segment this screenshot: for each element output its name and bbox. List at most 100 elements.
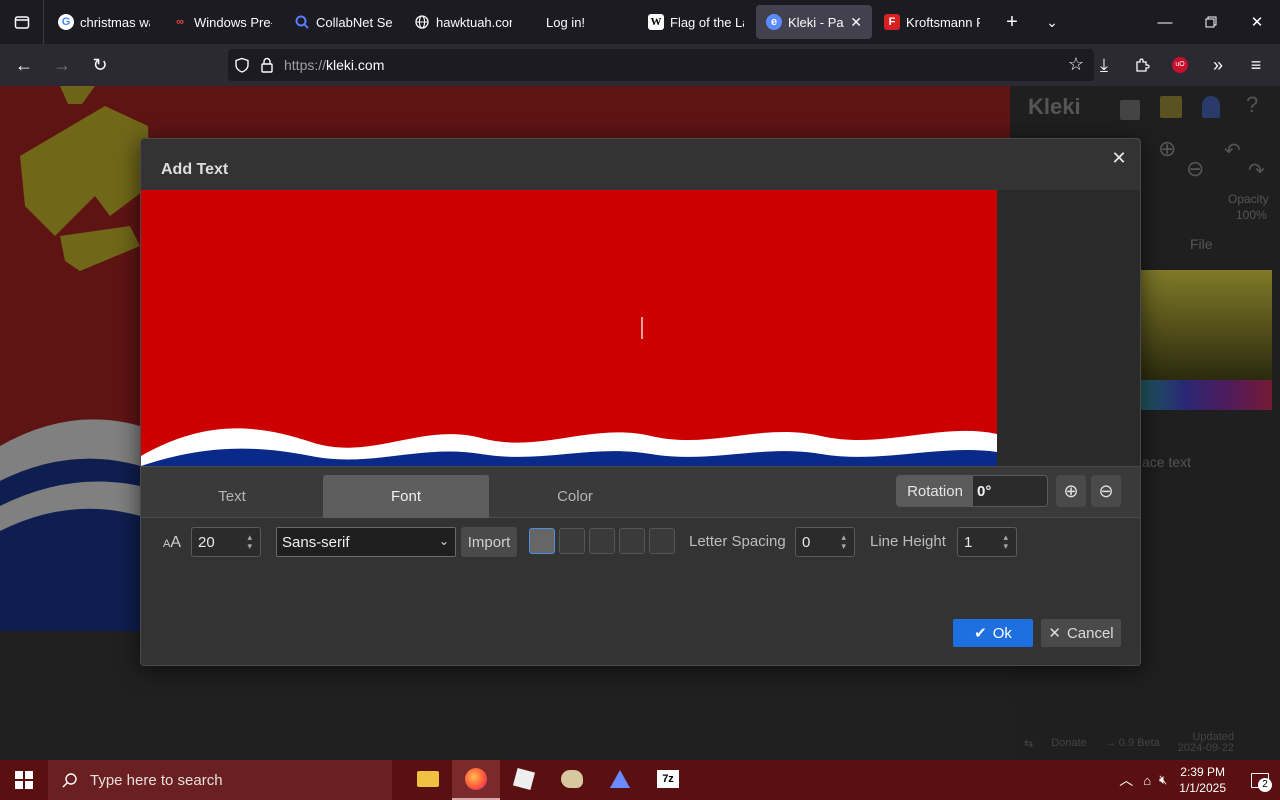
zoom-in-icon[interactable]: ⊕ (1158, 136, 1176, 162)
flag-preview (141, 190, 997, 466)
style-bold-button[interactable] (559, 528, 585, 554)
bookmark-star-icon[interactable]: ☆ (1068, 54, 1084, 75)
folder-icon[interactable] (1160, 96, 1182, 118)
tab-text[interactable]: Text (141, 475, 323, 518)
import-font-button[interactable]: Import (461, 527, 517, 557)
dialog-close-button[interactable]: ✕ (1108, 147, 1130, 169)
stepper-icon[interactable]: ▴ ▾ (247, 533, 252, 551)
hue-slider[interactable] (1140, 380, 1272, 410)
tab-login[interactable]: Log in! (524, 5, 636, 39)
search-placeholder: Type here to search (90, 771, 223, 789)
url-protocol: https:// (284, 57, 327, 73)
redo-icon[interactable]: ↷ (1248, 158, 1265, 183)
taskbar-search[interactable]: Type here to search (48, 760, 392, 800)
taskbar-roblox[interactable] (500, 760, 548, 800)
tab-kleki[interactable]: e Kleki - Paint ✕ (756, 5, 872, 39)
tab-windows[interactable]: ∞ Windows Pre- (162, 5, 282, 39)
taskbar-7zip[interactable]: 7z (644, 760, 692, 800)
chevron-down-icon: ⌄ (438, 534, 449, 548)
tab-label: hawktuah.com (436, 14, 512, 30)
ublock-button[interactable]: uO (1162, 47, 1198, 83)
windows-taskbar: Type here to search 7z ︿ ⌂ 🔇︎ 2:39 PM 1/… (0, 760, 1280, 800)
tab-label: Kroftsmann Fo (906, 14, 980, 30)
new-tab-button[interactable]: + (992, 0, 1032, 44)
paint-palette-icon (561, 770, 583, 788)
chevron-up-icon[interactable]: ︿ (1119, 770, 1133, 790)
restore-button[interactable] (1188, 0, 1234, 44)
font-size-value: 20 (198, 533, 215, 551)
cancel-button[interactable]: ✕ Cancel (1041, 619, 1121, 647)
place-text-hint: ace text (1142, 454, 1192, 470)
undo-icon[interactable]: ↶ (1224, 138, 1241, 163)
ok-button[interactable]: ✔ Ok (953, 619, 1033, 647)
forward-button[interactable]: → (44, 47, 80, 83)
style-strike-button[interactable] (649, 528, 675, 554)
speaker-muted-icon[interactable]: 🔇︎ (1159, 772, 1167, 788)
tab-font[interactable]: Font (323, 475, 489, 518)
rotation-control[interactable]: Rotation 0° (896, 475, 1048, 507)
network-icon[interactable]: ⌂ (1143, 773, 1151, 788)
extensions-button[interactable] (1124, 47, 1160, 83)
back-button[interactable]: ← (6, 47, 42, 83)
line-height-label: Line Height (870, 533, 946, 550)
file-tab[interactable]: File (1190, 236, 1213, 252)
zoom-out-icon[interactable]: ⊖ (1186, 156, 1204, 182)
close-icon: ✕ (1048, 625, 1061, 642)
line-height-input[interactable]: 1 ▴ ▾ (957, 527, 1017, 557)
rotate-decrease-button[interactable]: ⊖ (1091, 475, 1121, 507)
text-preview-canvas[interactable] (141, 190, 997, 466)
notifications-button[interactable]: 2 (1240, 760, 1280, 800)
taskbar-paint[interactable] (548, 760, 596, 800)
new-image-icon[interactable] (1120, 100, 1140, 120)
lock-icon (261, 57, 273, 73)
tab-christmas[interactable]: G christmas wall (48, 5, 160, 39)
reload-button[interactable]: ↻ (82, 47, 118, 83)
overflow-button[interactable]: » (1200, 47, 1236, 83)
url-bar[interactable]: https://kleki.com ☆ (228, 49, 1094, 81)
start-button[interactable] (0, 760, 48, 800)
rotation-value[interactable]: 0° (973, 476, 1047, 506)
close-window-button[interactable]: ✕ (1234, 0, 1280, 44)
tab-list-icon (14, 16, 29, 29)
taskbar-firefox[interactable] (452, 760, 500, 800)
opacity-label: Opacity (1228, 192, 1269, 206)
tab-kroftsmann[interactable]: F Kroftsmann Fo (874, 5, 990, 39)
font-size-input[interactable]: 20 ▴ ▾ (191, 527, 261, 557)
letter-spacing-input[interactable]: 0 ▴ ▾ (795, 527, 855, 557)
downloads-button[interactable]: ⤓ (1086, 47, 1122, 83)
taskbar-file-explorer[interactable] (404, 760, 452, 800)
tab-label: christmas wall (80, 14, 150, 30)
style-italic-button[interactable] (589, 528, 615, 554)
donate-link[interactable]: Donate (1051, 737, 1086, 749)
rotate-increase-button[interactable]: ⊕ (1056, 475, 1086, 507)
font-family-select[interactable]: Sans-serif ⌄ (276, 527, 456, 557)
tab-color[interactable]: Color (489, 475, 661, 518)
arrow-right-icon: → (53, 54, 71, 75)
clock[interactable]: 2:39 PM 1/1/2025 (1179, 764, 1226, 796)
system-tray: ︿ ⌂ 🔇︎ 2:39 PM 1/1/2025 2 (1119, 760, 1280, 800)
menu-button[interactable]: ≡ (1238, 47, 1274, 83)
version-label: → 0.9 Beta (1104, 737, 1160, 749)
ok-label: Ok (992, 624, 1012, 642)
preview-side-area (997, 190, 1140, 466)
font-family-value: Sans-serif (282, 533, 350, 551)
close-tab-icon[interactable]: ✕ (850, 14, 862, 31)
tab-flag[interactable]: W Flag of the Lat (638, 5, 754, 39)
account-icon[interactable] (1202, 96, 1220, 118)
style-regular-button[interactable] (529, 528, 555, 554)
swap-icon[interactable]: ⇆ (1024, 737, 1033, 750)
tab-hawktuah[interactable]: hawktuah.com (404, 5, 522, 39)
color-gradient-picker[interactable] (1140, 270, 1272, 380)
cancel-label: Cancel (1066, 624, 1114, 642)
tab-collabnet[interactable]: CollabNet Sear (284, 5, 402, 39)
list-all-tabs-button[interactable]: ⌄ (1032, 0, 1072, 44)
help-icon[interactable]: ? (1246, 92, 1258, 118)
tab-list-button[interactable] (0, 0, 44, 44)
letter-spacing-value: 0 (802, 533, 811, 551)
style-underline-button[interactable] (619, 528, 645, 554)
taskbar-app-a[interactable] (596, 760, 644, 800)
minimize-button[interactable]: — (1142, 0, 1188, 44)
stepper-icon[interactable]: ▴ ▾ (1003, 533, 1008, 551)
tab-label: Kleki - Paint (788, 14, 844, 30)
stepper-icon[interactable]: ▴ ▾ (841, 533, 846, 551)
